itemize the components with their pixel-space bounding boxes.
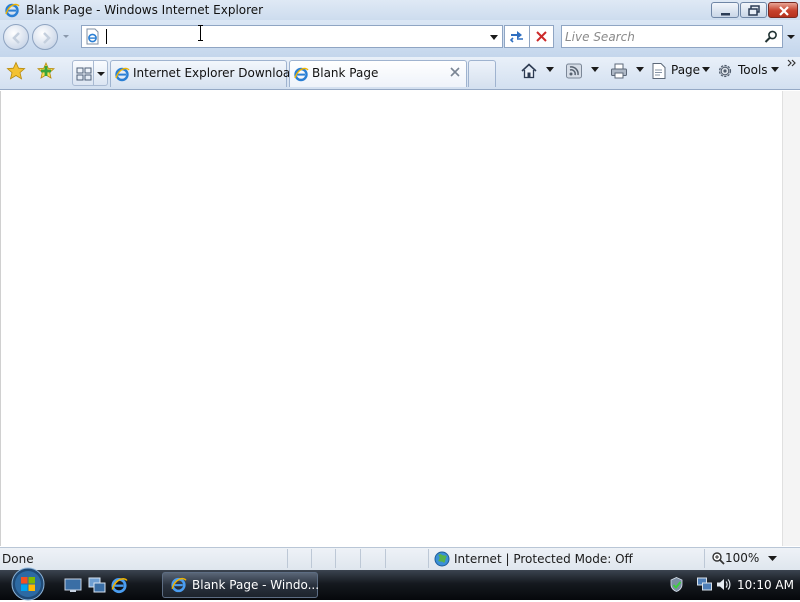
tools-dropdown-icon[interactable] [771,67,779,73]
status-divider [335,549,336,568]
tab-label: Internet Explorer Downloa... [133,66,302,80]
switch-windows-icon[interactable] [88,576,106,594]
window-title: Blank Page - Windows Internet Explorer [26,3,264,17]
gear-icon[interactable] [716,62,734,80]
vertical-scrollbar[interactable] [782,91,800,546]
address-history-dropdown[interactable] [488,32,500,42]
stop-x-icon [536,31,547,42]
volume-icon[interactable] [715,576,732,593]
status-divider [311,549,312,568]
search-provider-dropdown[interactable] [786,32,796,42]
address-input[interactable] [104,27,484,46]
zoom-dropdown-icon[interactable] [768,556,777,562]
show-desktop-icon[interactable] [64,576,82,594]
status-divider [704,549,705,568]
arrow-left-icon [12,32,20,44]
security-shield-icon[interactable] [668,576,685,593]
security-zone-text[interactable]: Internet | Protected Mode: Off [454,552,633,566]
start-button[interactable] [6,566,50,602]
arrow-right-icon [43,32,51,44]
close-tab-icon[interactable] [449,66,461,78]
search-icon[interactable] [763,29,779,45]
recent-pages-dropdown[interactable] [61,31,71,41]
text-caret [106,29,107,44]
network-icon[interactable] [696,576,713,593]
page-icon [86,28,99,45]
page-dropdown-icon[interactable] [702,67,710,73]
internet-explorer-icon [294,67,309,82]
new-tab-button[interactable] [468,60,496,87]
zoom-icon[interactable] [711,551,725,565]
globe-icon[interactable] [434,551,450,567]
internet-explorer-icon [115,67,130,82]
status-bar [0,547,800,570]
taskbar-window-label: Blank Page - Windo... [192,578,320,592]
zoom-level[interactable]: 100% [725,551,759,565]
refresh-icon [509,31,523,43]
search-input[interactable] [565,28,755,45]
close-window-button[interactable] [768,2,798,18]
page-content[interactable] [0,91,782,546]
tab-label: Blank Page [312,66,379,80]
quick-tabs-button[interactable] [72,60,94,86]
tools-menu-label[interactable]: Tools [738,63,768,77]
forward-button[interactable] [32,24,58,50]
system-clock[interactable]: 10:10 AM [737,578,794,592]
internet-explorer-icon [5,3,20,18]
add-star-icon[interactable] [36,61,56,81]
feeds-dropdown-icon[interactable] [591,67,599,73]
home-dropdown-icon[interactable] [546,67,554,73]
print-dropdown-icon[interactable] [636,67,644,73]
status-divider [287,549,288,568]
internet-explorer-icon[interactable] [110,576,128,594]
i-beam-cursor-icon [198,25,203,41]
back-button[interactable] [3,24,29,50]
printer-icon[interactable] [610,62,628,80]
restore-icon [748,5,760,16]
tab-list-dropdown[interactable] [94,60,108,86]
status-text: Done [2,552,34,566]
page-menu-label[interactable]: Page [671,63,700,77]
chevron-more-icon[interactable] [787,58,797,68]
rss-icon[interactable] [565,62,583,80]
stop-button[interactable] [529,25,554,48]
minimize-icon [721,13,730,16]
close-icon [779,6,789,16]
maximize-button[interactable] [740,2,767,18]
minimize-button[interactable] [711,2,739,18]
status-divider [360,549,361,568]
star-icon[interactable] [6,61,26,81]
refresh-button[interactable] [504,25,530,48]
page-menu-icon[interactable] [650,62,668,80]
internet-explorer-icon [171,577,187,593]
grid-icon [76,67,92,81]
home-icon[interactable] [520,62,538,80]
chevron-down-icon [97,72,105,76]
status-divider [428,549,429,568]
status-divider [385,549,386,568]
